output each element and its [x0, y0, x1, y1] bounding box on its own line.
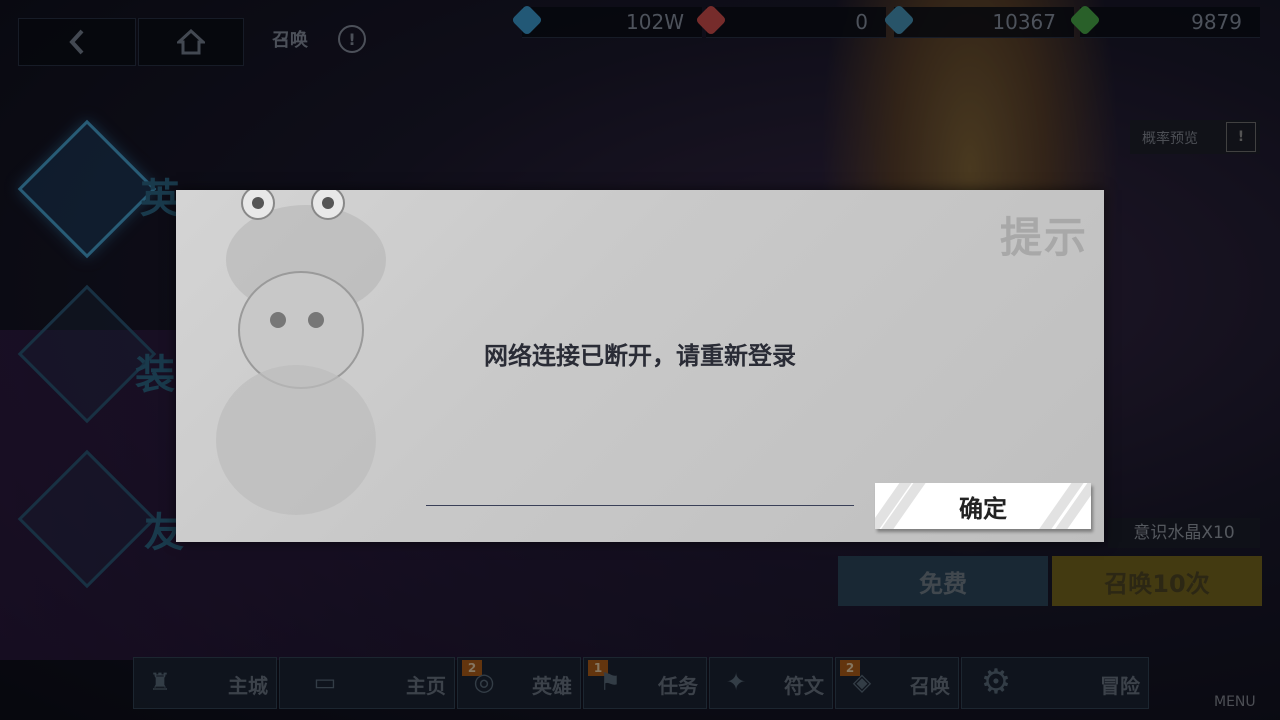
dialog-message: 网络连接已断开，请重新登录: [484, 342, 796, 370]
dialog-divider: [426, 505, 854, 506]
confirm-button[interactable]: 确定: [875, 483, 1091, 529]
alert-dialog: 提示 网络连接已断开，请重新登录 确定: [176, 190, 1104, 542]
dialog-title: 提示: [999, 213, 1088, 262]
confirm-button-label: 确定: [959, 494, 1007, 523]
